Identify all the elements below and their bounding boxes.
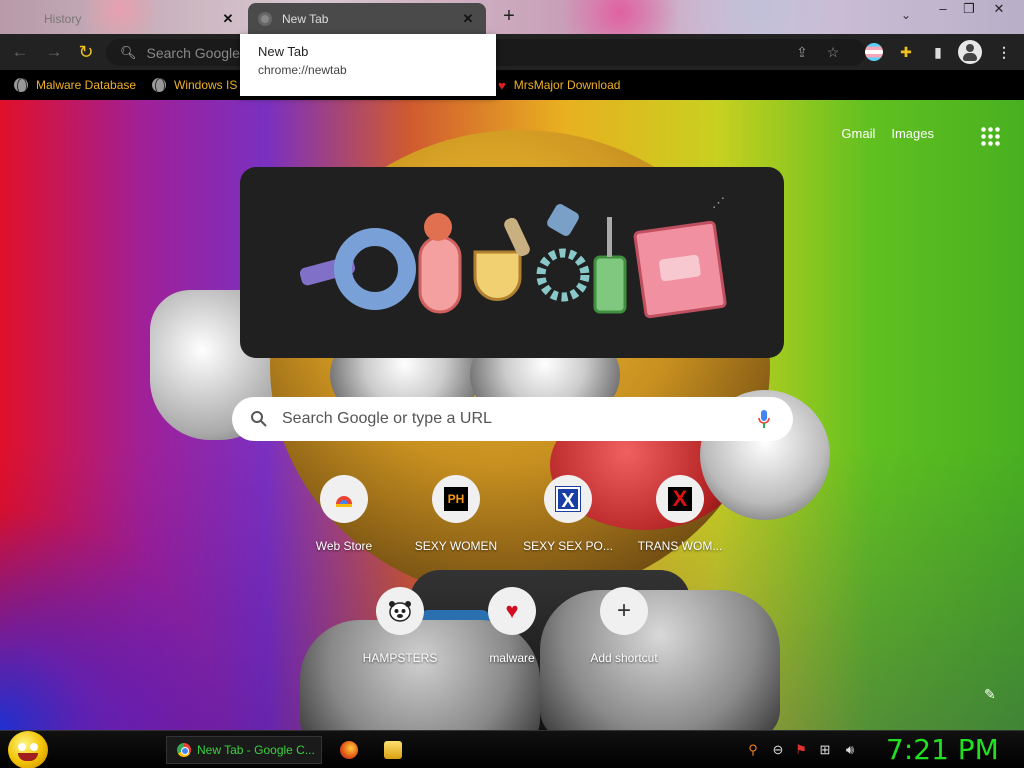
search-icon: 🔍︎ (120, 44, 137, 60)
ph-logo-icon: PH (444, 487, 468, 511)
tab-history[interactable]: History ✕ (10, 3, 246, 34)
forward-arrow-icon[interactable]: → (42, 40, 66, 64)
back-arrow-icon[interactable]: ← (8, 40, 32, 64)
taskbar-window-chrome[interactable]: New Tab - Google C... (166, 736, 322, 764)
hover-card-url: chrome://newtab (258, 63, 347, 77)
x-red-icon: X (668, 487, 692, 511)
share-icon[interactable]: ⇪ (792, 42, 812, 62)
bookmark-mrsmajor-download[interactable]: ♥ MrsMajor Download (498, 76, 620, 94)
search-placeholder: Search Google or type a URL (282, 410, 492, 427)
hamster-icon (389, 601, 411, 622)
folder-icon[interactable] (384, 741, 402, 759)
shortcut-label: malware (489, 651, 535, 665)
google-doodle-card[interactable]: ⋰ (240, 167, 784, 358)
shortcut-label: SEXY WOMEN (414, 539, 498, 553)
ntp-search-box[interactable]: Search Google or type a URL (232, 397, 793, 441)
tab-search-chevron-icon[interactable]: ⌄ (896, 8, 916, 26)
tab-label: History (44, 11, 82, 26)
shortcut-label: TRANS WOM... (637, 539, 723, 553)
maximize-button[interactable]: ❐ (952, 0, 986, 18)
close-icon[interactable]: ✕ (460, 11, 476, 27)
shortcut-label: HAMPSTERS (362, 651, 438, 665)
volume-icon[interactable]: 🔊︎ (842, 742, 858, 758)
taskbar: New Tab - Google C... ⚲ ⊖ ⚑ ⊞ 🔊︎ 7:21 PM (0, 730, 1024, 768)
chrome-favicon-icon (258, 11, 272, 26)
shortcut-label: Web Store (315, 539, 373, 553)
messenger-tray-icon[interactable]: ⊖ (770, 742, 786, 758)
plus-icon: + (616, 597, 631, 624)
reload-icon[interactable]: ↻ (74, 40, 98, 64)
globe-icon (152, 78, 166, 92)
bookmarks-bar: Malware Database Windows IS ♥ MrsMajor D… (0, 70, 1024, 100)
images-link[interactable]: Images (891, 126, 934, 141)
close-window-button[interactable]: ✕ (982, 0, 1016, 18)
new-tab-button[interactable]: + (498, 6, 520, 28)
taskbar-window-label: New Tab - Google C... (197, 743, 315, 757)
heart-icon: ♥ (498, 77, 506, 93)
close-icon[interactable]: ✕ (220, 11, 236, 27)
chrome-icon (177, 743, 191, 757)
tab-label: New Tab (282, 11, 329, 26)
menu-kebab-icon[interactable]: ⋮ (994, 42, 1014, 62)
bookmark-malware-database[interactable]: Malware Database (14, 76, 136, 94)
google-doodle-logo (300, 204, 727, 319)
browser-toolbar: ← → ↻ 🔍︎ Search Google c ⇪ ☆ ✚ ▮ ⋮ (0, 34, 1024, 70)
shortcut-label: SEXY SEX PO... (523, 539, 613, 553)
gmail-link[interactable]: Gmail (841, 126, 875, 141)
omnibox-text: Search Google c (146, 44, 251, 61)
bookmark-label: Malware Database (36, 78, 137, 92)
profile-avatar-icon[interactable] (958, 40, 982, 64)
shortcut-trans-wom[interactable]: X TRANS WOM... (624, 475, 736, 553)
hover-card-title: New Tab (258, 44, 309, 59)
trans-flag-extension-icon[interactable] (865, 43, 883, 61)
search-tray-icon[interactable]: ⚲ (745, 742, 761, 758)
bookmark-star-icon[interactable]: ☆ (823, 42, 843, 62)
side-panel-icon[interactable]: ▮ (928, 42, 948, 62)
action-center-flag-icon[interactable]: ⚑ (793, 742, 809, 758)
bookmark-windows-is[interactable]: Windows IS (152, 76, 237, 94)
shortcut-sexy-women[interactable]: PH SEXY WOMEN (400, 475, 512, 553)
history-icon (20, 12, 34, 26)
start-smiley-icon[interactable] (8, 731, 48, 768)
web-store-icon (336, 496, 352, 507)
search-icon (251, 411, 267, 427)
customize-pencil-icon[interactable]: ✎ (984, 686, 1000, 702)
microphone-icon[interactable] (757, 409, 771, 429)
taskbar-clock[interactable]: 7:21 PM (886, 733, 999, 766)
x-blue-icon: X (555, 486, 581, 512)
new-tab-page: Gmail Images ⋰ Search Google or type a U… (0, 100, 1024, 730)
shortcut-web-store[interactable]: Web Store (288, 475, 400, 553)
extensions-puzzle-icon[interactable]: ✚ (896, 42, 916, 62)
network-icon[interactable]: ⊞ (817, 742, 833, 758)
top-links: Gmail Images (841, 126, 934, 141)
globe-icon (14, 78, 28, 92)
tab-new-tab[interactable]: New Tab ✕ (248, 3, 486, 34)
bookmark-label: MrsMajor Download (513, 78, 621, 92)
bookmark-label: Windows IS (174, 78, 238, 92)
shortcut-hampsters[interactable]: HAMPSTERS (344, 587, 456, 665)
tab-strip: History ✕ New Tab ✕ + ⌄ – ❐ ✕ (0, 0, 1024, 34)
tab-hover-card: New Tab chrome://newtab (240, 34, 496, 96)
shortcut-label: Add shortcut (590, 651, 658, 665)
firefox-icon[interactable] (340, 741, 358, 759)
heart-icon: ♥ (505, 598, 519, 623)
add-shortcut-button[interactable]: + Add shortcut (568, 587, 680, 665)
apps-grid-icon[interactable] (980, 126, 1000, 146)
shortcut-sexy-sex-po[interactable]: X SEXY SEX PO... (512, 475, 624, 553)
shortcut-malware[interactable]: ♥ malware (456, 587, 568, 665)
